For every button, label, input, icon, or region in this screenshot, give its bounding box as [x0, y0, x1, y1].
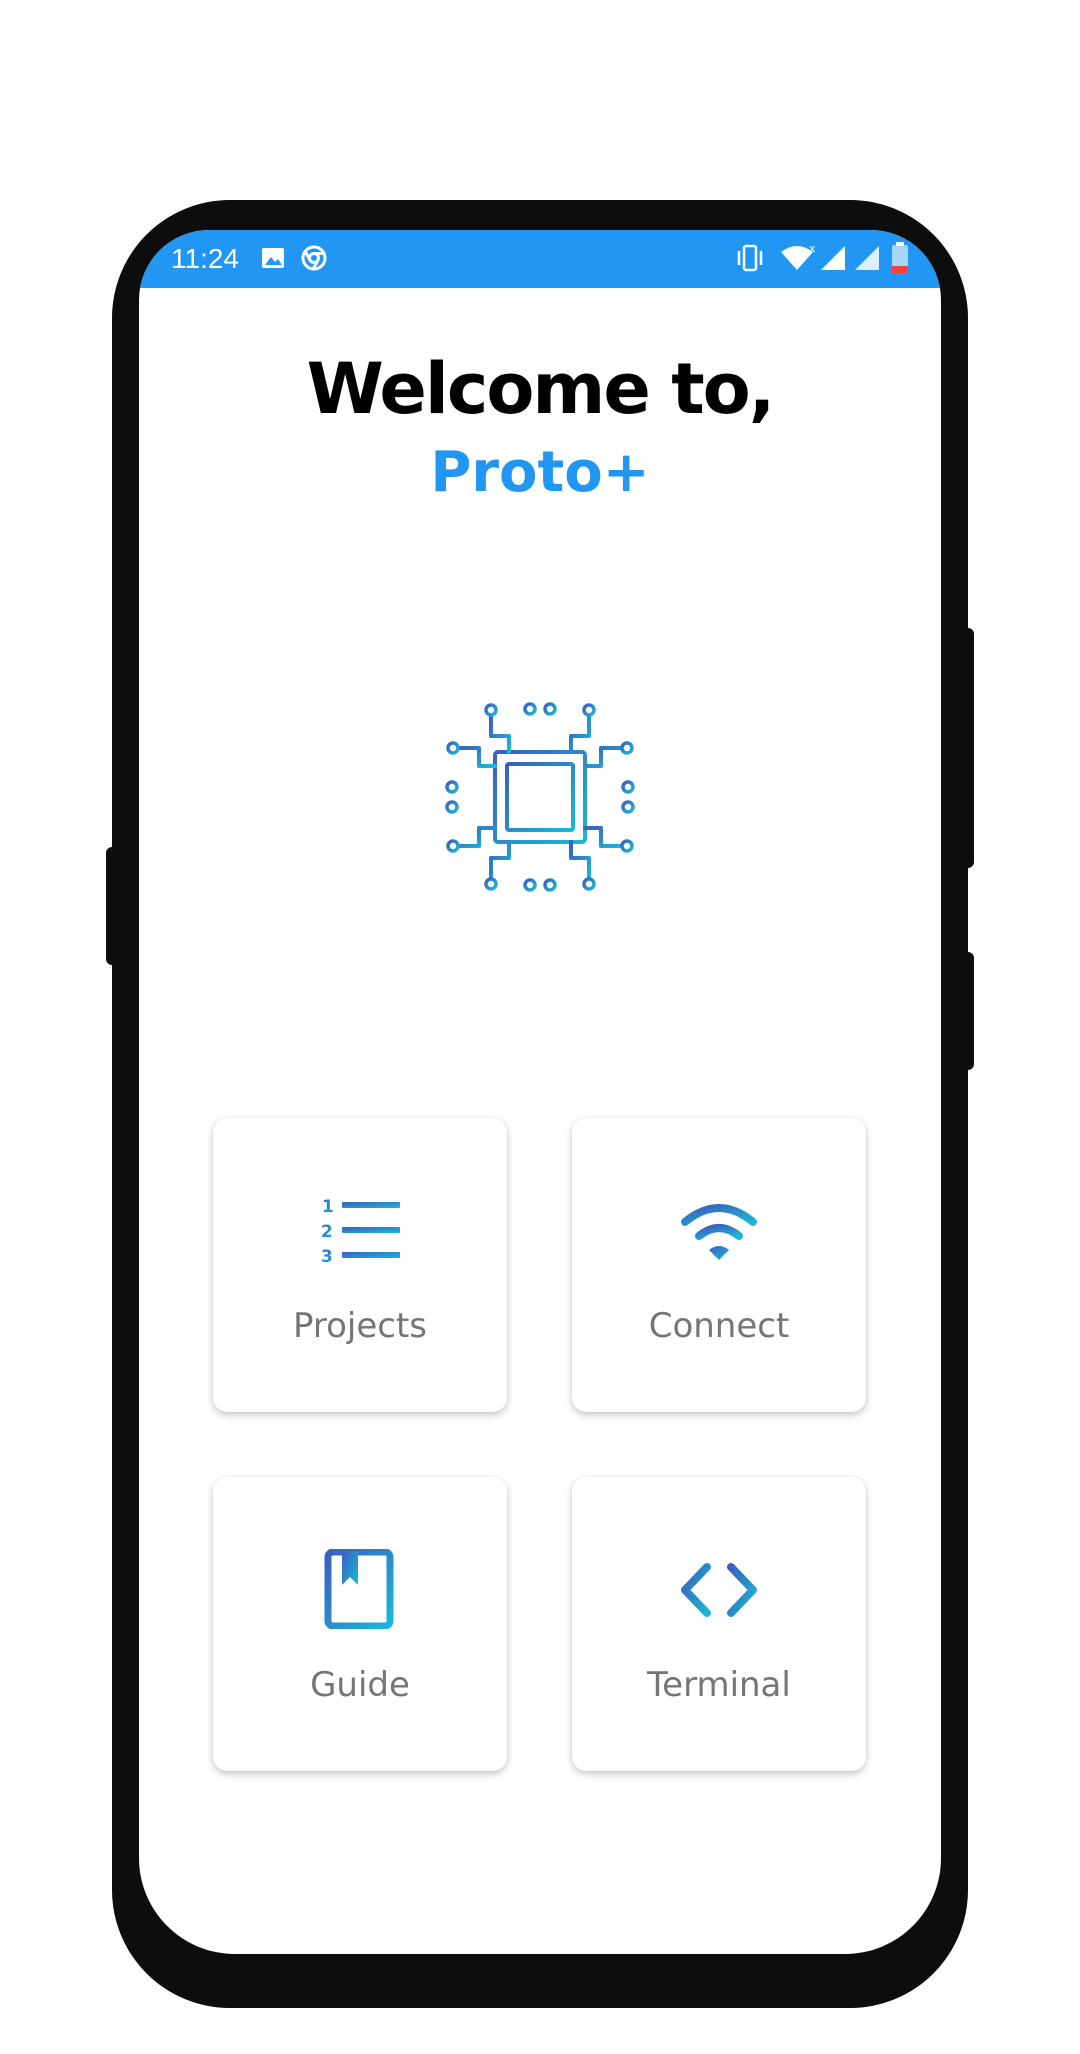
- signal-icon: [855, 246, 879, 270]
- code-icon: [681, 1563, 757, 1617]
- svg-text:x: x: [809, 242, 816, 255]
- battery-icon: [892, 242, 908, 273]
- app-screen: 11:24 x Welcome to, Proto+ 1 2 3 Project…: [139, 230, 941, 1954]
- projects-card[interactable]: 1 2 3 Projects: [213, 1118, 507, 1412]
- signal-icon: [821, 246, 845, 270]
- status-bar: 11:24 x: [139, 230, 941, 288]
- connect-label: Connect: [648, 1306, 790, 1346]
- vibrate-icon: [737, 244, 763, 272]
- welcome-heading: Welcome to,: [306, 348, 776, 430]
- svg-text:2: 2: [321, 1222, 333, 1242]
- svg-text:3: 3: [321, 1247, 333, 1266]
- guide-label: Guide: [310, 1665, 410, 1705]
- connect-card[interactable]: Connect: [572, 1118, 866, 1412]
- terminal-label: Terminal: [647, 1665, 791, 1705]
- numbered-list-icon: 1 2 3: [321, 1197, 400, 1266]
- chrome-icon: [301, 245, 327, 271]
- guide-card[interactable]: Guide: [213, 1477, 507, 1771]
- app-name: Proto+: [430, 440, 650, 505]
- circuit-chip-icon: [445, 702, 635, 892]
- wifi-icon: [681, 1204, 757, 1260]
- book-icon: [324, 1549, 394, 1629]
- image-icon: [262, 248, 284, 268]
- projects-label: Projects: [292, 1306, 428, 1346]
- terminal-card[interactable]: Terminal: [572, 1477, 866, 1771]
- svg-text:1: 1: [322, 1197, 334, 1217]
- status-time: 11:24: [171, 243, 239, 274]
- device-mockup: 11:24 x Welcome to, Proto+ 1 2 3 Project…: [0, 0, 1080, 2054]
- wifi-icon: x: [781, 242, 816, 270]
